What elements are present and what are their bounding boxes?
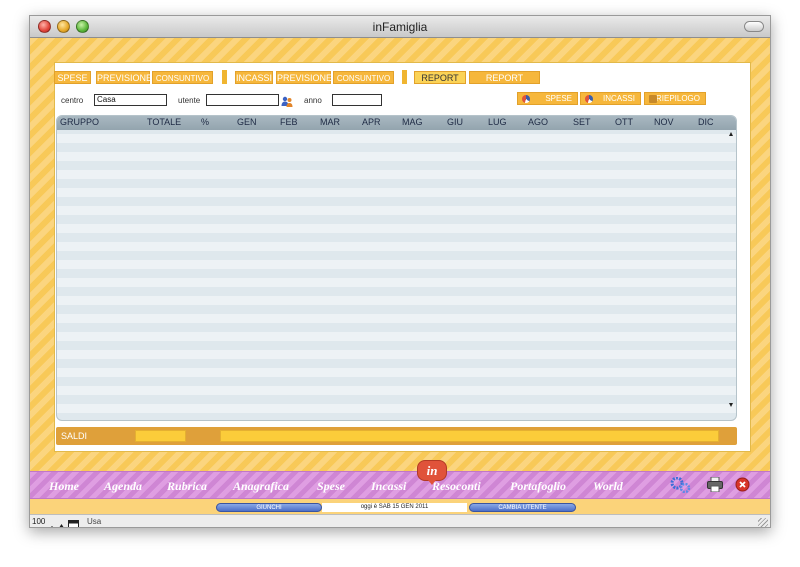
tab-report[interactable]: REPORT [414,71,466,84]
column-header[interactable]: MAG [402,117,423,127]
browse-mode: Usa [87,517,102,526]
column-header[interactable]: % [201,117,209,127]
nav-home[interactable]: Home [49,479,79,494]
column-header[interactable]: AGO [528,117,548,127]
nav-resoconti[interactable]: Resoconti [432,479,481,494]
incassi-chart-button[interactable]: INCASSI [580,92,641,105]
column-header[interactable]: TOTALE [147,117,181,127]
tab-spese-previsione[interactable]: PREVISIONE [96,71,152,84]
report-table[interactable]: GRUPPO TOTALE % GEN FEB MAR APR MAG GIU … [56,115,737,421]
nav-agenda[interactable]: Agenda [104,479,142,494]
tab-spese-consuntivo[interactable]: CONSUNTIVO [152,71,213,84]
nav-rubrica[interactable]: Rubrica [167,479,207,494]
column-header[interactable]: NOV [654,117,674,127]
tab-spese[interactable]: SPESE [54,71,91,84]
nav-incassi[interactable]: Incassi [371,479,406,494]
resize-grip[interactable] [758,518,768,527]
today-date: oggi è SAB 15 GEN 2011 [322,503,467,512]
anno-label: anno [304,96,322,105]
incassi-chart-label: INCASSI [602,94,635,103]
document-icon [649,95,657,103]
column-header[interactable]: GEN [237,117,257,127]
main-navigation: Home Agenda Rubrica Anagrafica Spese Inc… [30,471,770,499]
tab-separator [222,70,227,84]
cambia-utente-button[interactable]: CAMBIA UTENTE [469,503,576,512]
zoom-out-icon[interactable] [48,518,56,527]
column-header[interactable]: OTT [615,117,633,127]
centro-label: centro [61,96,84,105]
nav-portafoglio[interactable]: Portafoglio [510,479,566,494]
toolbar-toggle-button[interactable] [744,21,764,32]
nav-spese[interactable]: Spese [317,479,345,494]
status-bar: 100 Usa [30,514,770,527]
user-button[interactable]: GIUNCHI [216,503,322,512]
pie-chart-icon [522,95,530,103]
window-title: inFamiglia [372,20,428,34]
spese-chart-button[interactable]: SPESE [517,92,578,105]
riepilogo-button[interactable]: RIEPILOGO [644,92,706,105]
tab-incassi[interactable]: INCASSI [235,71,273,84]
saldi-months-field [220,430,719,442]
tab-incassi-consuntivo[interactable]: CONSUNTIVO [333,71,394,84]
pie-chart-icon [585,95,593,103]
zoom-in-icon[interactable] [57,518,66,527]
title-bar: inFamiglia [30,16,770,38]
users-icon[interactable] [281,94,293,107]
riepilogo-label: RIEPILOGO [655,94,700,103]
scroll-up-arrow[interactable] [729,132,733,136]
printer-icon[interactable] [707,476,723,495]
tab-incassi-previsione[interactable]: PREVISIONE [276,71,332,84]
spese-chart-label: SPESE [545,94,572,103]
column-header[interactable]: LUG [488,117,507,127]
app-logo: in [417,460,447,485]
saldi-label: SALDI [61,431,88,441]
app-window: inFamiglia SPESE PREVISIONE CONSUNTIVO I… [29,15,771,528]
saldi-total-field [135,430,186,442]
column-header[interactable]: APR [362,117,381,127]
column-header[interactable]: DIC [698,117,714,127]
centro-field[interactable]: Casa [94,94,167,106]
nav-anagrafica[interactable]: Anagrafica [233,479,289,494]
saldi-bar: SALDI [56,427,737,445]
table-header: GRUPPO TOTALE % GEN FEB MAR APR MAG GIU … [57,116,736,130]
tab-separator [402,70,407,84]
settings-gears-icon[interactable] [670,476,692,496]
utente-label: utente [178,96,201,105]
column-header[interactable]: GRUPPO [60,117,99,127]
anno-field[interactable] [332,94,382,106]
exit-icon[interactable] [735,477,750,495]
column-header[interactable]: MAR [320,117,340,127]
utente-field[interactable] [206,94,279,106]
nav-world[interactable]: World [593,479,623,494]
column-header[interactable]: SET [573,117,591,127]
column-header[interactable]: GIU [447,117,463,127]
tab-report-annuo[interactable]: REPORT ANNUO [469,71,540,96]
toggle-toolbar-icon[interactable] [68,517,79,527]
column-header[interactable]: FEB [280,117,298,127]
zoom-level[interactable]: 100 [32,517,45,526]
scroll-down-arrow[interactable] [729,403,733,407]
